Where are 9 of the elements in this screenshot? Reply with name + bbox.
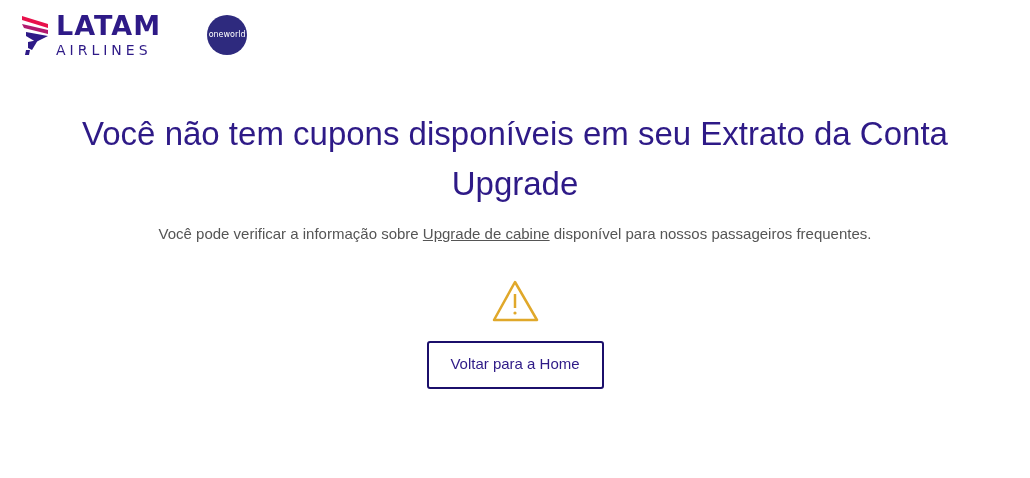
page-title: Você não tem cupons disponíveis em seu Extrato da Conta Upgrade: [81, 114, 949, 204]
alliance-badge: oneworld: [207, 14, 248, 55]
warning-icon: [490, 278, 540, 323]
logo-subtitle: AIRLINES: [56, 43, 153, 57]
info-text: Você pode verificar a informação sobre Upgrade de cabine disponível para nossos passageiros frequentes.: [158, 224, 872, 244]
upgrade-link[interactable]: Upgrade de cabine: [422, 225, 550, 242]
logo-wordmark: LATAM: [56, 12, 162, 39]
back-home-button[interactable]: Voltar para a Home: [426, 340, 604, 389]
logo-icon: [22, 13, 50, 56]
